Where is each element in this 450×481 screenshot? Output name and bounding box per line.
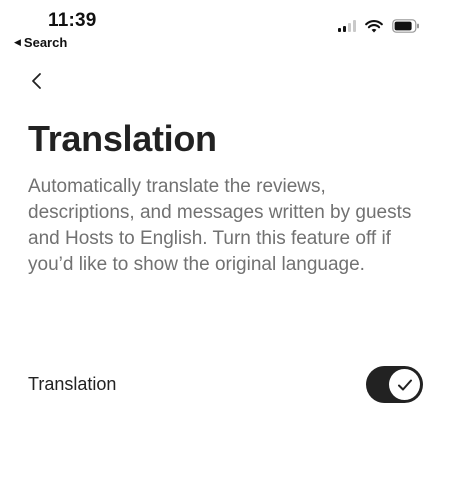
wifi-icon [365, 19, 383, 32]
back-button[interactable] [24, 68, 50, 94]
settings-screen: 11:39 ◀ Search Translation Automatically… [0, 0, 450, 481]
checkmark-icon [397, 379, 412, 390]
return-to-app-label: Search [23, 35, 68, 50]
battery-icon [392, 19, 419, 33]
back-triangle-icon: ◀ [14, 37, 21, 47]
page-description: Automatically translate the reviews, des… [28, 176, 412, 275]
translation-toggle[interactable] [366, 366, 423, 403]
status-time: 11:39 [48, 10, 97, 31]
toggle-knob [389, 369, 420, 400]
page-title: Translation [28, 118, 217, 159]
translation-setting-label: Translation [28, 374, 117, 394]
cellular-signal-icon [338, 20, 356, 32]
status-icons [338, 19, 420, 33]
return-to-app-link[interactable]: ◀ Search [14, 35, 67, 50]
chevron-left-icon [32, 73, 41, 89]
